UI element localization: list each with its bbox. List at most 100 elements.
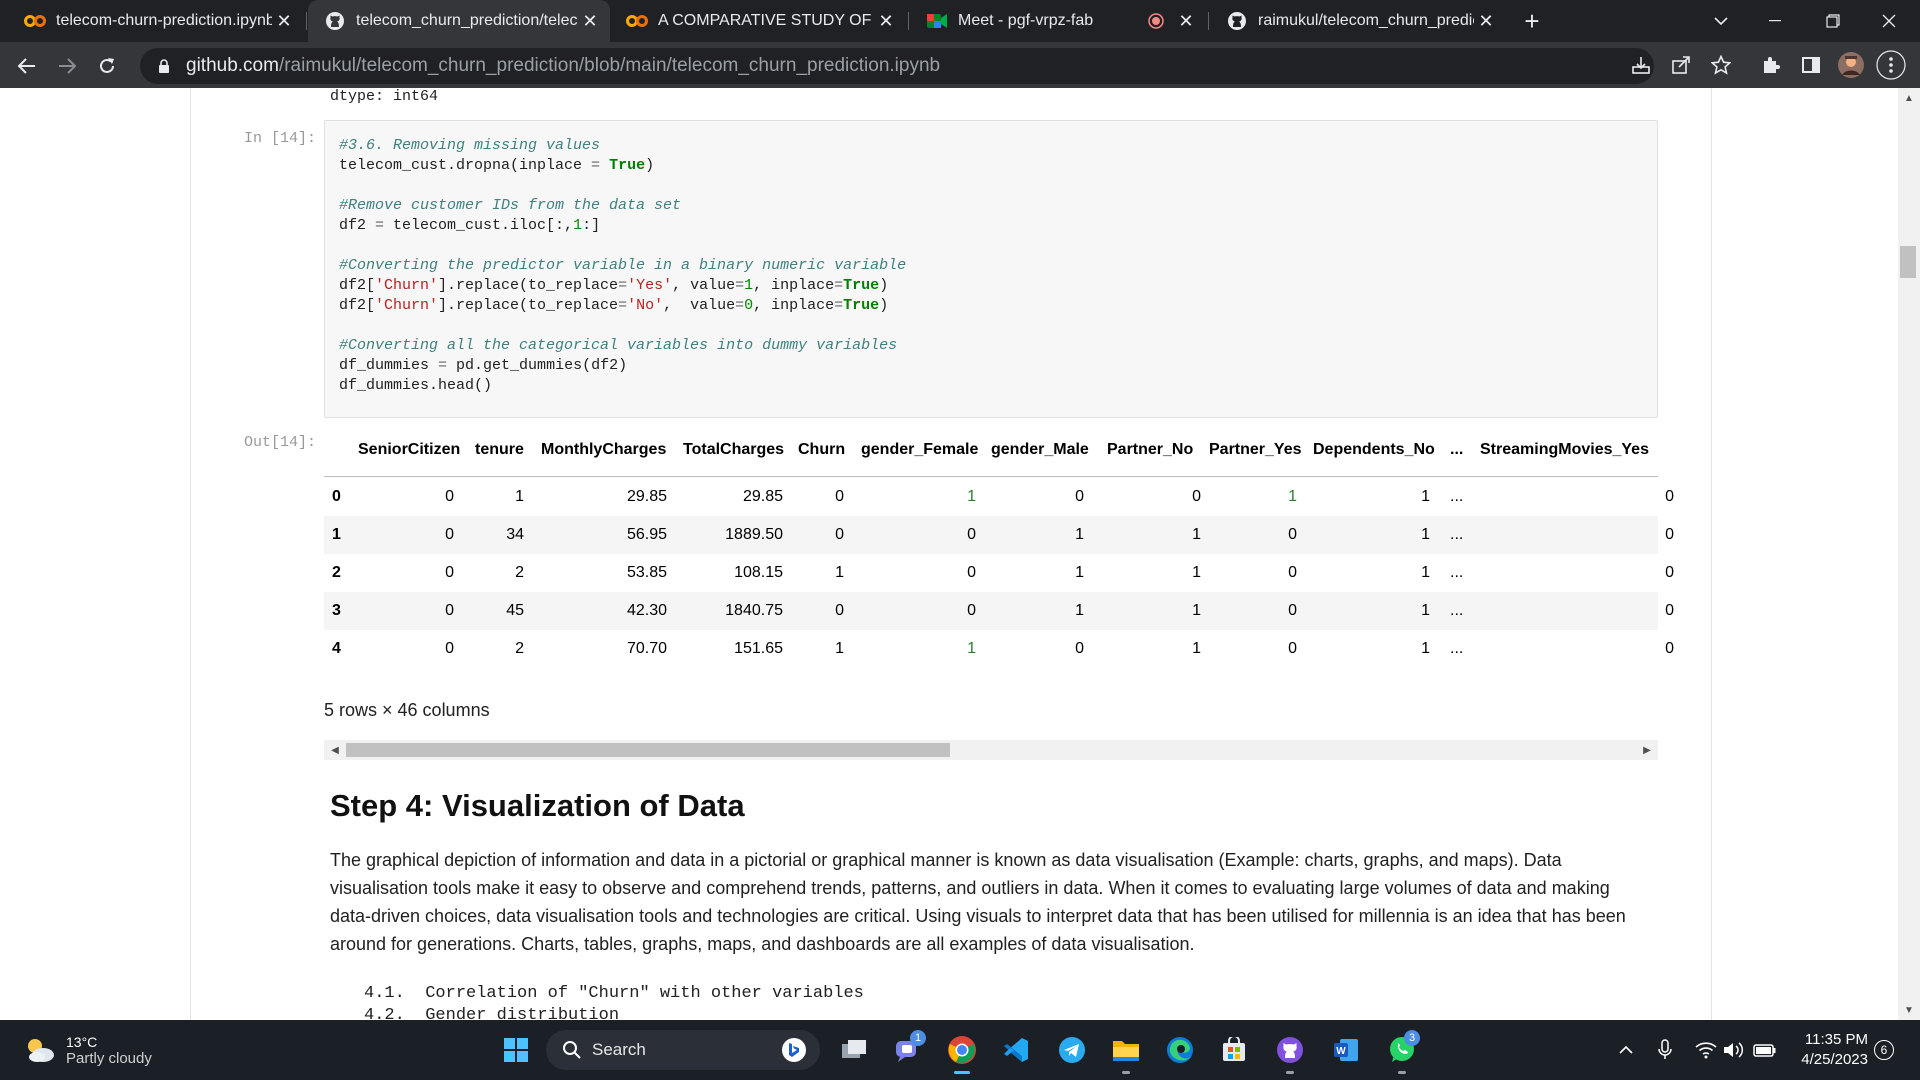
- scroll-thumb[interactable]: [346, 743, 950, 757]
- tab-colab-notebook[interactable]: telecom-churn-prediction.ipynb ✕: [8, 0, 304, 42]
- table-cell: 0: [967, 526, 976, 543]
- address-bar[interactable]: github.com/raimukul/telecom_churn_predic…: [140, 48, 1654, 84]
- vscode-icon[interactable]: [996, 1030, 1036, 1070]
- tab-divider: [908, 12, 909, 30]
- microsoft-store-icon[interactable]: [1214, 1030, 1254, 1070]
- column-header: ...: [1450, 441, 1464, 458]
- close-icon[interactable]: ✕: [874, 9, 898, 33]
- close-icon[interactable]: ✕: [578, 9, 602, 33]
- chrome-icon[interactable]: [942, 1030, 982, 1074]
- tab-google-meet[interactable]: Meet - pgf-vrpz-fab ✕: [910, 0, 1206, 42]
- table-cell: 0: [1192, 488, 1201, 505]
- open-app-indicator: [1398, 1071, 1406, 1074]
- share-icon[interactable]: [1666, 50, 1696, 80]
- minimize-icon[interactable]: [1752, 0, 1798, 42]
- table-cell: 1: [1421, 526, 1430, 543]
- table-cell: 1: [967, 640, 976, 657]
- table-row: 4 0 2 70.70 151.65 1 1 0 1 0 1... 0: [324, 630, 1674, 668]
- scroll-thumb[interactable]: [1900, 246, 1916, 278]
- profile-avatar[interactable]: [1836, 50, 1866, 80]
- code-comment: #Remove customer IDs from the data set: [339, 197, 682, 214]
- wifi-icon[interactable]: [1694, 1036, 1718, 1064]
- table-cell: 29.85: [626, 488, 667, 505]
- reload-icon[interactable]: [90, 49, 124, 83]
- scroll-down-icon[interactable]: ▼: [1898, 1002, 1920, 1018]
- table-cell: 1: [835, 640, 844, 657]
- start-button[interactable]: [496, 1030, 536, 1070]
- close-icon[interactable]: ✕: [272, 9, 296, 33]
- table-cell: 34: [506, 526, 524, 543]
- word-icon[interactable]: W: [1326, 1030, 1366, 1070]
- teams-chat-icon[interactable]: 1: [888, 1030, 928, 1070]
- lock-icon[interactable]: [156, 58, 172, 74]
- table-cell: 0: [445, 602, 454, 619]
- github-desktop-icon[interactable]: [1270, 1030, 1310, 1074]
- column-header: Dependents_No: [1313, 441, 1435, 458]
- edge-icon[interactable]: [1160, 1030, 1200, 1070]
- code-comment: #Converting all the categorical variable…: [339, 337, 898, 354]
- restore-icon[interactable]: [1810, 0, 1856, 42]
- table-row: 0 0 1 29.85 29.85 0 1 0 0 1 1... 0: [324, 478, 1674, 516]
- extensions-icon[interactable]: [1756, 50, 1786, 80]
- tab-github-repo[interactable]: raimukul/telecom_churn_predicti ✕: [1210, 0, 1506, 42]
- side-panel-icon[interactable]: [1796, 50, 1826, 80]
- table-cell: 151.65: [734, 640, 783, 657]
- table-cell: 108.15: [734, 564, 783, 581]
- close-icon[interactable]: ✕: [1174, 9, 1198, 33]
- scroll-up-icon[interactable]: ▲: [1898, 90, 1920, 106]
- show-hidden-icons[interactable]: [1616, 1036, 1636, 1064]
- close-icon[interactable]: ✕: [1474, 9, 1498, 33]
- system-clock[interactable]: 11:35 PM 4/25/2023: [1790, 1030, 1868, 1070]
- table-cell: 70.70: [626, 640, 667, 657]
- column-header: SeniorCitizen: [358, 441, 461, 458]
- code-line: df2['Churn'].replace(to_replace='No', va…: [339, 297, 889, 314]
- whatsapp-icon[interactable]: 3: [1382, 1030, 1422, 1074]
- notification-center-badge[interactable]: 6: [1874, 1040, 1894, 1060]
- weather-widget[interactable]: 13°C Partly cloudy: [22, 1032, 152, 1068]
- scroll-right-icon[interactable]: ▶: [1638, 740, 1656, 760]
- table-cell: ...: [1450, 564, 1464, 581]
- search-icon: [562, 1040, 582, 1060]
- table-cell: 0: [835, 602, 844, 619]
- forward-icon[interactable]: [50, 49, 84, 83]
- tab-github-notebook[interactable]: telecom_churn_prediction/teleco ✕: [308, 0, 610, 42]
- code-cell[interactable]: #3.6. Removing missing values telecom_cu…: [324, 120, 1658, 418]
- table-cell: 2: [515, 640, 524, 657]
- tab-search-icon[interactable]: [1704, 0, 1738, 42]
- file-explorer-icon[interactable]: [1106, 1030, 1146, 1074]
- weather-condition: Partly cloudy: [66, 1049, 152, 1067]
- page-vertical-scrollbar[interactable]: ▲ ▼: [1898, 88, 1920, 1020]
- back-icon[interactable]: [10, 49, 44, 83]
- scroll-left-icon[interactable]: ◀: [326, 740, 344, 760]
- battery-icon[interactable]: [1752, 1036, 1778, 1064]
- open-app-indicator: [1286, 1071, 1294, 1074]
- telegram-icon[interactable]: [1052, 1030, 1092, 1070]
- tab-divider: [1208, 12, 1209, 30]
- bookmark-star-icon[interactable]: [1706, 50, 1736, 80]
- table-cell: 0: [1288, 640, 1297, 657]
- volume-icon[interactable]: [1722, 1036, 1746, 1064]
- table-cell: 0: [1075, 488, 1084, 505]
- table-cell: 0: [1665, 640, 1674, 657]
- table-cell: 1: [1288, 488, 1297, 505]
- chrome-menu-icon[interactable]: [1876, 50, 1906, 80]
- open-app-indicator: [1122, 1071, 1130, 1074]
- table-cell: 29.85: [742, 488, 783, 505]
- tab-title: A COMPARATIVE STUDY OF MUL: [658, 12, 874, 29]
- column-header: gender_Female: [861, 441, 979, 458]
- download-icon[interactable]: [1626, 50, 1656, 80]
- tab-comparative-study[interactable]: A COMPARATIVE STUDY OF MUL ✕: [610, 0, 906, 42]
- window-close-icon[interactable]: [1866, 0, 1912, 42]
- table-cell: 0: [1665, 564, 1674, 581]
- task-view-icon[interactable]: [834, 1030, 874, 1070]
- output-horizontal-scrollbar[interactable]: ◀ ▶: [324, 740, 1658, 760]
- page-viewport: dtype: int64 In [14]: #3.6. Removing mis…: [0, 88, 1920, 1020]
- new-tab-button[interactable]: +: [1516, 0, 1548, 42]
- table-cell: 0: [445, 488, 454, 505]
- colab-icon: [24, 10, 46, 32]
- taskbar-search[interactable]: Search: [546, 1030, 820, 1070]
- table-cell: 53.85: [626, 564, 667, 581]
- table-cell: ...: [1450, 640, 1464, 657]
- microphone-icon[interactable]: [1654, 1036, 1676, 1064]
- table-cell: 1: [1075, 526, 1084, 543]
